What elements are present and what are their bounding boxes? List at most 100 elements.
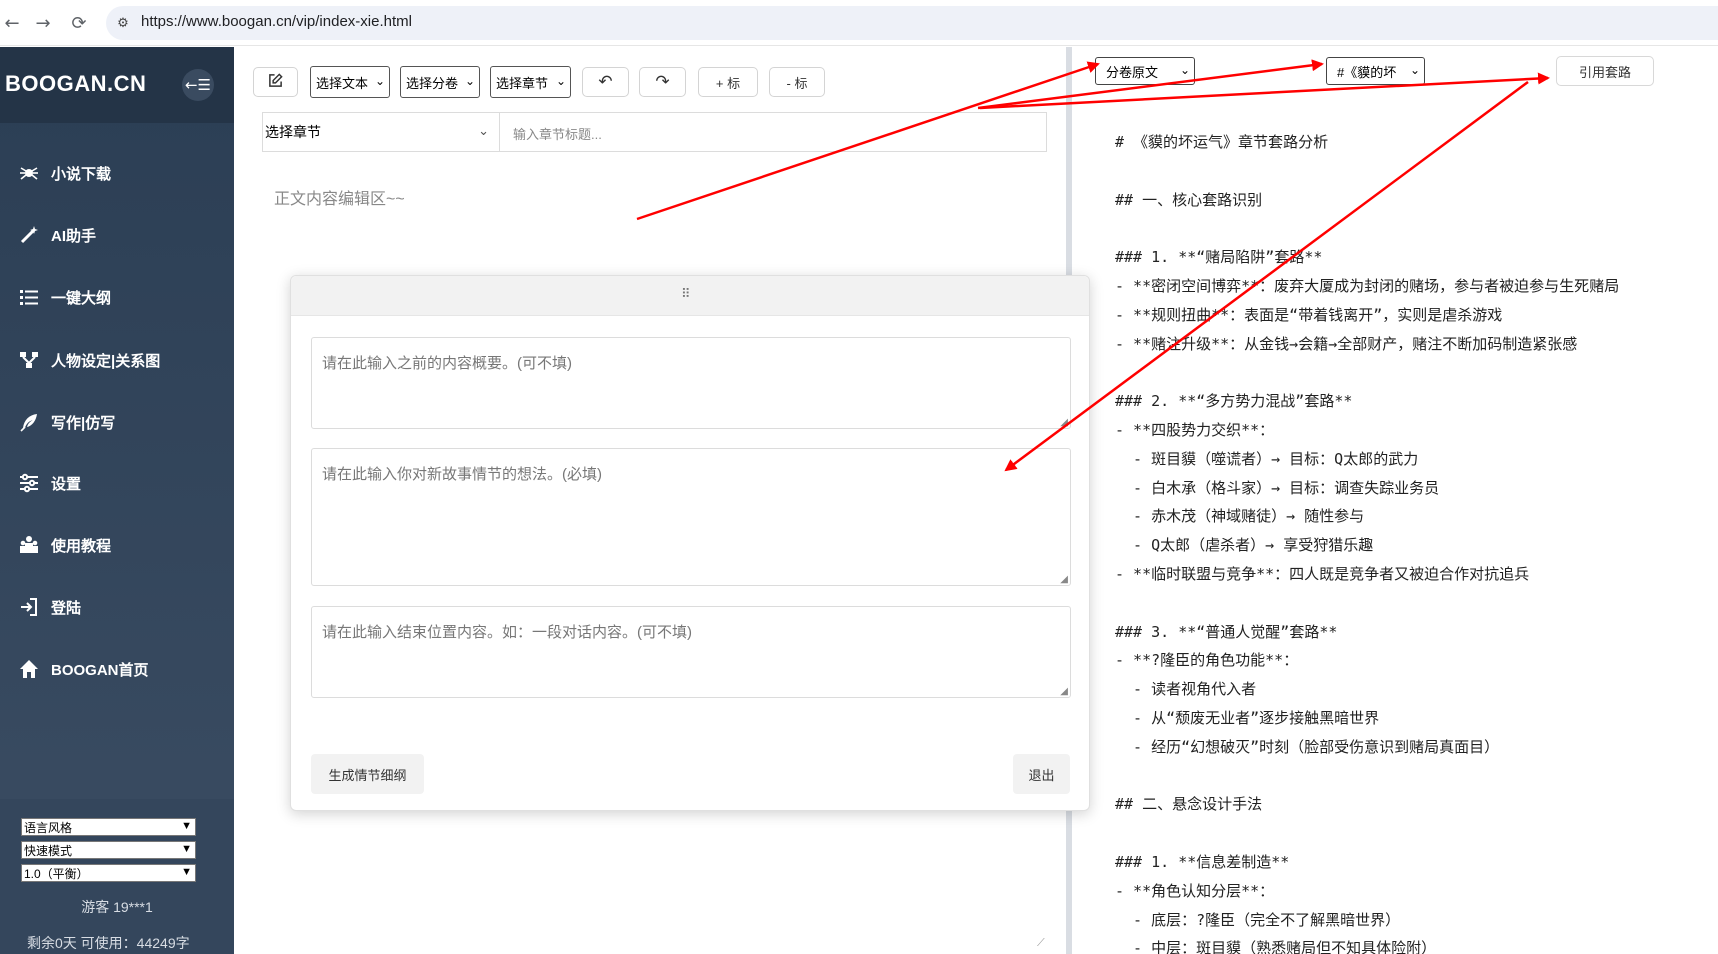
exit-button[interactable]: 退出 xyxy=(1013,754,1070,794)
idea-textarea[interactable]: 请在此输入你对新故事情节的想法。(必填) ◢ xyxy=(311,448,1071,586)
analysis-line: - 从“颓废无业者”逐步接触黑暗世界 xyxy=(1115,709,1380,727)
sidebar-item-label: 写作|仿写 xyxy=(51,414,116,432)
browser-toolbar: ← → ⟳ ⚙ https://www.boogan.cn/vip/index-… xyxy=(0,0,1718,46)
spider-icon xyxy=(17,161,41,185)
analysis-line: - **?隆臣的角色功能**： xyxy=(1115,651,1299,670)
source-text-select[interactable]: 分卷原文 ⌄ xyxy=(1095,57,1195,85)
body-editor[interactable]: 正文内容编辑区~~ xyxy=(274,185,405,209)
chevron-down-icon: ⌄ xyxy=(1409,63,1420,77)
temperature-select[interactable]: 1.0（平衡） ▼ xyxy=(21,864,196,882)
summary-textarea[interactable]: 请在此输入之前的内容概要。(可不填) ◢ xyxy=(311,337,1071,429)
analysis-line: - **临时联盟与竞争**：四人既是竞争者又被迫合作对抗追兵 xyxy=(1115,565,1530,583)
chevron-down-icon: ⌄ xyxy=(478,123,489,138)
analysis-line: # 《貘的坏运气》章节套路分析 xyxy=(1115,133,1329,151)
reload-icon[interactable]: ⟳ xyxy=(67,11,91,35)
forward-icon[interactable]: → xyxy=(31,11,55,35)
remove-mark-button[interactable]: - 标 xyxy=(769,67,825,97)
chapter-title-input[interactable]: 输入章节标题... xyxy=(513,124,602,143)
analysis-line: ### 3. **“普通人觉醒”套路** xyxy=(1115,622,1338,641)
add-mark-button[interactable]: + 标 xyxy=(698,67,758,97)
logo[interactable]: BOOGAN.CN xyxy=(5,71,146,97)
chevron-down-icon: ▼ xyxy=(181,820,192,832)
url-text[interactable]: https://www.boogan.cn/vip/index-xie.html xyxy=(141,13,412,30)
resize-grip-icon[interactable]: ◢ xyxy=(1060,417,1068,428)
redo-button[interactable]: ↷ xyxy=(639,67,686,97)
chevron-down-icon: ⌄ xyxy=(1179,63,1190,77)
analysis-line: - **赌注升级**：从金钱→会籍→全部财产，赌注不断加码制造紧张感 xyxy=(1115,334,1578,353)
analysis-line: ### 1. **信息差制造** xyxy=(1115,853,1290,871)
chapter-row: 选择章节 ⌄ 输入章节标题... xyxy=(262,112,1047,152)
sitemap-icon xyxy=(17,348,41,372)
undo-icon: ↶ xyxy=(598,72,613,91)
back-icon[interactable]: ← xyxy=(0,11,24,35)
select-chapter-dropdown[interactable]: 选择章节 ⌄ xyxy=(490,66,571,98)
users-icon xyxy=(17,533,41,557)
cite-pattern-button[interactable]: 引用套路 xyxy=(1556,56,1654,86)
select-value: 快速模式 xyxy=(24,843,73,858)
analysis-line: ### 2. **“多方势力混战”套路** xyxy=(1115,392,1353,411)
resize-handle-icon[interactable]: ⟋ xyxy=(1037,936,1045,950)
idea-placeholder: 请在此输入你对新故事情节的想法。(必填) xyxy=(322,466,602,483)
guest-label: 游客 19***1 xyxy=(81,899,153,915)
analysis-line: - **密闭空间博弈**：废弃大厦成为封闭的赌场，参与者被迫参与生死赌局 xyxy=(1115,277,1620,295)
analysis-line: - 读者视角代入者 xyxy=(1115,680,1257,699)
home-icon xyxy=(17,657,41,681)
sidebar-toggle-button[interactable]: ←☰ xyxy=(182,69,214,101)
sidebar-item-ai-assistant[interactable]: AI助手 xyxy=(0,215,234,255)
select-value: #《貘的坏 xyxy=(1337,64,1397,80)
select-value: 选择章节 xyxy=(496,75,549,91)
sidebar-item-settings[interactable]: 设置 xyxy=(0,463,234,503)
edit-icon xyxy=(268,73,283,91)
sidebar-item-outline[interactable]: 一键大纲 xyxy=(0,277,234,317)
undo-button[interactable]: ↶ xyxy=(582,67,629,97)
select-text-dropdown[interactable]: 选择文本 ⌄ xyxy=(310,66,390,98)
analysis-line: - 赤木茂（神域赌徒）→ 随性参与 xyxy=(1115,507,1365,526)
analysis-line: ### 1. **“赌局陷阱”套路** xyxy=(1115,248,1323,267)
sign-in-icon xyxy=(17,595,41,619)
analysis-line: - **角色认知分层**： xyxy=(1115,881,1275,900)
sidebar-item-label: 使用教程 xyxy=(51,537,112,555)
sidebar-item-characters[interactable]: 人物设定|关系图 xyxy=(0,340,234,380)
select-volume-dropdown[interactable]: 选择分卷 ⌄ xyxy=(400,66,480,98)
analysis-line: - **四股势力交织**： xyxy=(1115,421,1275,439)
analysis-line: ## 一、核心套路识别 xyxy=(1115,190,1263,209)
analysis-line: - 经历“幻想破灭”时刻（脸部受伤意识到赌局真面目） xyxy=(1115,737,1500,756)
analysis-line: - 白木承（格斗家）→ 目标：调查失踪业务员 xyxy=(1115,478,1440,497)
chevron-down-icon: ⌄ xyxy=(555,74,566,88)
sidebar-header: BOOGAN.CN ←☰ xyxy=(0,47,234,123)
generate-outline-button[interactable]: 生成情节细纲 xyxy=(311,754,424,794)
select-value: 分卷原文 xyxy=(1106,64,1159,80)
resize-grip-icon[interactable]: ◢ xyxy=(1060,574,1068,585)
sidebar-item-tutorial[interactable]: 使用教程 xyxy=(0,525,234,565)
sidebar-item-writing[interactable]: 写作|仿写 xyxy=(0,402,234,442)
summary-placeholder: 请在此输入之前的内容概要。(可不填) xyxy=(322,355,572,372)
analysis-line: - 中层：斑目貘（熟悉赌局但不知具体险附） xyxy=(1115,939,1437,954)
analysis-line: ## 二、悬念设计手法 xyxy=(1115,795,1263,814)
sidebar-item-label: 设置 xyxy=(51,475,82,493)
modal-drag-handle[interactable]: ⠿ xyxy=(291,276,1089,316)
analysis-line: - 底层：?隆臣（完全不了解黑暗世界） xyxy=(1115,910,1401,929)
site-settings-icon[interactable]: ⚙ xyxy=(114,14,132,32)
chapter-select[interactable]: 选择章节 ⌄ xyxy=(263,113,500,151)
edit-button[interactable] xyxy=(253,67,298,97)
language-style-select[interactable]: 语言风格 ▼ xyxy=(21,818,196,836)
sidebar-item-label: AI助手 xyxy=(51,227,97,245)
drag-handle-icon: ⠿ xyxy=(681,287,692,302)
redo-icon: ↷ xyxy=(655,72,670,91)
analysis-line: - **规则扭曲**：表面是“带着钱离开”，实则是虐杀游戏 xyxy=(1115,305,1503,324)
sidebar-item-label: 登陆 xyxy=(51,599,82,617)
sidebar-item-home[interactable]: BOOGAN首页 xyxy=(0,649,234,689)
sidebar-item-novel-download[interactable]: 小说下载 xyxy=(0,153,234,193)
sidebar-item-login[interactable]: 登陆 xyxy=(0,587,234,627)
resize-grip-icon[interactable]: ◢ xyxy=(1060,686,1068,697)
analysis-chapter-select[interactable]: #《貘的坏 ⌄ xyxy=(1326,57,1425,85)
feather-icon xyxy=(17,410,41,434)
speed-mode-select[interactable]: 快速模式 ▼ xyxy=(21,841,196,859)
ending-textarea[interactable]: 请在此输入结束位置内容。如：一段对话内容。(可不填) ◢ xyxy=(311,606,1071,698)
analysis-line: - Q太郎（虐杀者）→ 享受狩猎乐趣 xyxy=(1115,536,1374,555)
chevron-down-icon: ⌄ xyxy=(464,74,475,88)
list-icon xyxy=(17,285,41,309)
select-value: 语言风格 xyxy=(24,820,73,835)
sliders-icon xyxy=(17,471,41,495)
select-value: 选择分卷 xyxy=(406,75,459,91)
